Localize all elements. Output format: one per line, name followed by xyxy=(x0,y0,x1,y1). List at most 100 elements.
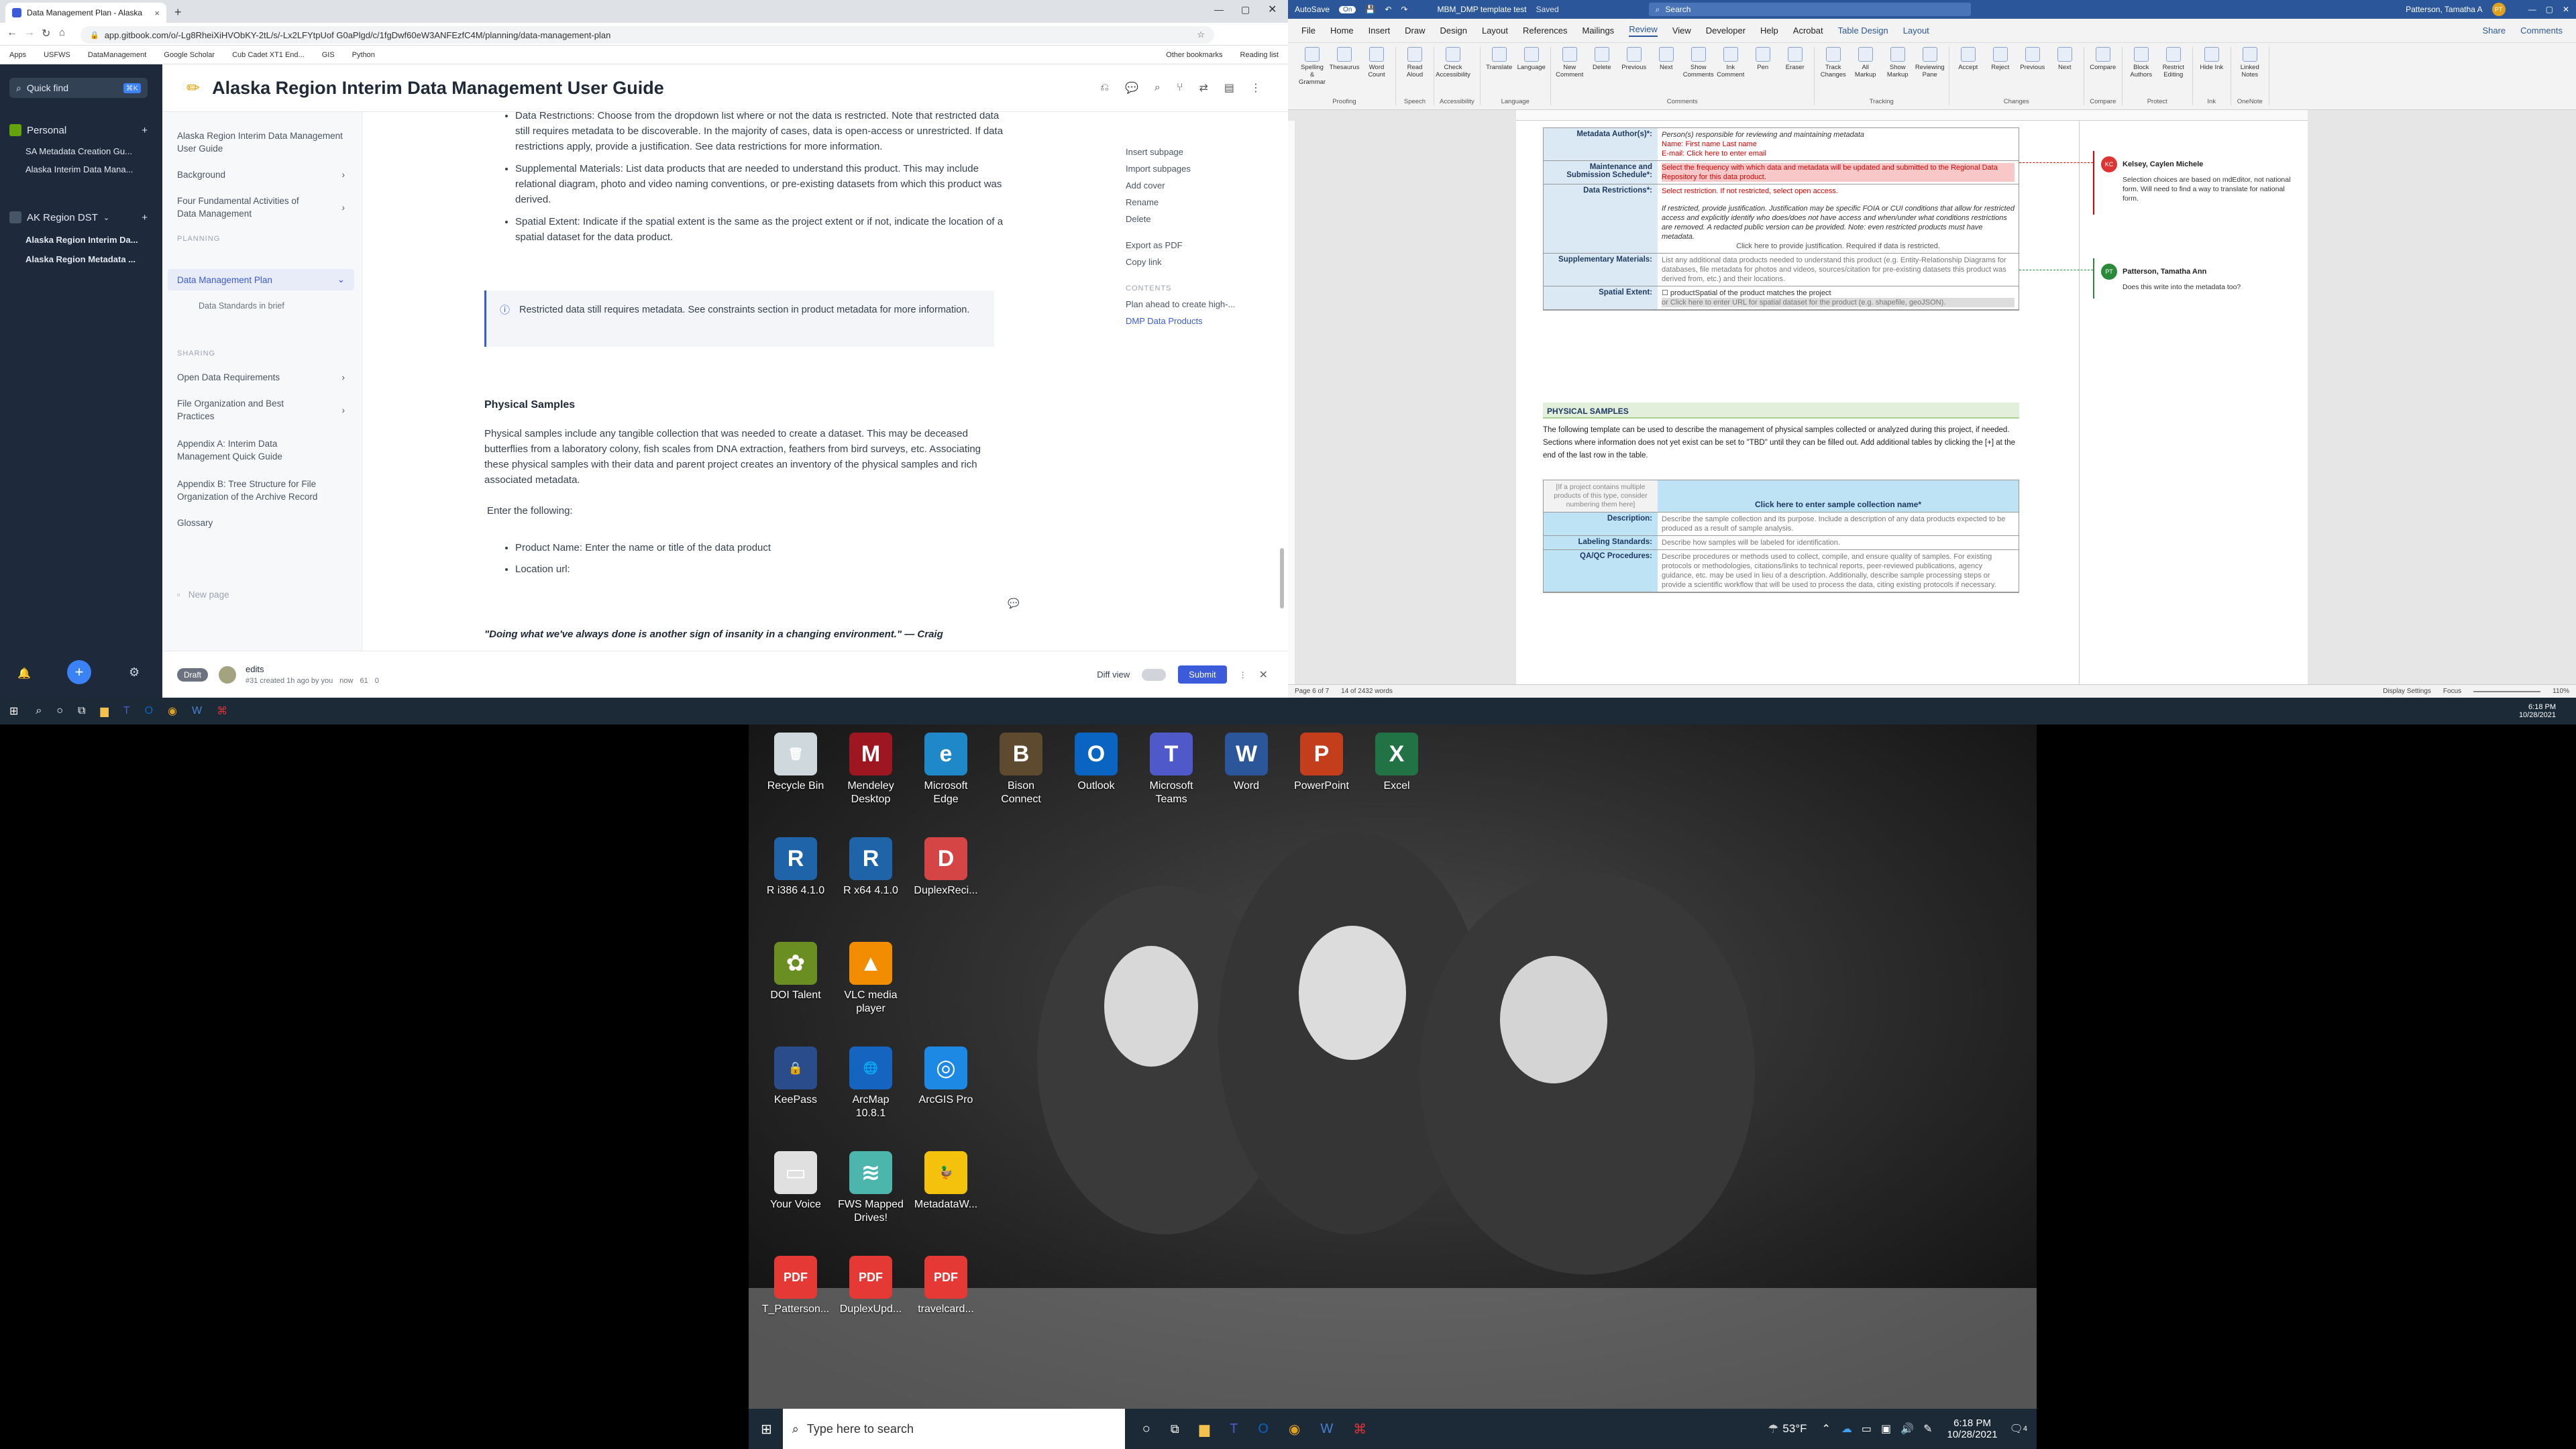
desktop-icon[interactable]: ≋ FWS Mapped Drives! xyxy=(837,1151,904,1225)
bookmark-item[interactable]: DataManagement xyxy=(88,51,146,59)
zoom-level[interactable]: 110% xyxy=(2553,688,2569,695)
ribbon-button[interactable]: Pen xyxy=(1750,47,1776,71)
section-text[interactable]: The following template can be used to de… xyxy=(1543,424,2019,462)
tab-design[interactable]: Design xyxy=(1440,25,1467,36)
tab-review[interactable]: Review xyxy=(1629,24,1658,37)
close-window-icon[interactable]: ✕ xyxy=(2563,5,2569,14)
close-tab-icon[interactable]: × xyxy=(154,8,160,18)
section-heading[interactable]: Physical Samples xyxy=(484,399,575,411)
export-pdf-action[interactable]: Export as PDF xyxy=(1126,240,1235,250)
row-value[interactable]: Select restriction. If not restricted, s… xyxy=(1658,184,2019,253)
desktop-icon[interactable]: 🔒 KeePass xyxy=(762,1046,829,1107)
quote-text[interactable]: "Doing what we've always done is another… xyxy=(484,629,943,640)
network-icon[interactable]: ▣ xyxy=(1881,1422,1891,1436)
outlook-icon[interactable]: O xyxy=(1258,1421,1269,1437)
section-paragraph[interactable]: Physical samples include any tangible co… xyxy=(484,426,994,488)
search-box[interactable]: ⌕ Search xyxy=(1648,3,1971,16)
ribbon-button[interactable]: Hide Ink xyxy=(2198,47,2225,71)
tab-view[interactable]: View xyxy=(1672,25,1691,36)
forward-icon[interactable]: → xyxy=(24,27,35,39)
chevron-right-icon[interactable]: › xyxy=(342,203,345,213)
org-section[interactable]: AK Region DST ⌄ + xyxy=(9,209,148,225)
bookmark-item[interactable]: Other bookmarks xyxy=(1166,51,1222,59)
undo-icon[interactable]: ↶ xyxy=(1385,5,1391,14)
teams-icon[interactable]: T xyxy=(1230,1421,1238,1437)
home-icon[interactable]: ⌂ xyxy=(59,27,65,38)
desktop-icon[interactable]: e Microsoft Edge xyxy=(912,733,979,806)
tab-draw[interactable]: Draw xyxy=(1405,25,1425,36)
task-view-icon[interactable]: ⧉ xyxy=(1171,1422,1179,1436)
bullet-item[interactable]: Data Restrictions: Choose from the dropd… xyxy=(515,112,1013,154)
desktop-icon[interactable]: R R x64 4.1.0 xyxy=(837,837,904,898)
space-item[interactable]: Alaska Region Metadata ... xyxy=(12,254,138,264)
focus-button[interactable]: Focus xyxy=(2443,688,2461,695)
nav-item[interactable]: File Organization and Best Practices › xyxy=(177,397,345,423)
tab-table-design[interactable]: Table Design xyxy=(1838,25,1888,36)
ribbon-button[interactable]: Track Changes xyxy=(1820,47,1847,78)
ribbon-button[interactable]: Spelling & Grammar xyxy=(1299,47,1326,86)
merge-icon[interactable]: ⇄ xyxy=(1199,81,1208,95)
start-icon[interactable]: ⊞ xyxy=(761,1421,772,1438)
close-icon[interactable]: ✕ xyxy=(1259,668,1268,682)
desktop-icon[interactable]: ▭ Your Voice xyxy=(762,1151,829,1212)
ribbon-button[interactable]: Reviewing Pane xyxy=(1915,47,1945,78)
desktop-icon[interactable]: ✿ DOI Talent xyxy=(762,942,829,1002)
desktop-icon[interactable]: R R i386 4.1.0 xyxy=(762,837,829,898)
desktop-icon[interactable]: M Mendeley Desktop xyxy=(837,733,904,806)
chrome-icon[interactable]: ◉ xyxy=(168,704,177,718)
more-icon[interactable]: ⋮ xyxy=(1239,670,1247,680)
tab-mailings[interactable]: Mailings xyxy=(1582,25,1615,36)
desktop-icon[interactable]: O Outlook xyxy=(1063,733,1130,793)
bullet-item[interactable]: Supplemental Materials: List data produc… xyxy=(515,161,1013,207)
settings-gear-icon[interactable]: ⚙ xyxy=(129,665,140,680)
tab-table-layout[interactable]: Layout xyxy=(1903,25,1929,36)
notification-button[interactable]: 🗨 4 xyxy=(2010,1422,2027,1436)
quick-find[interactable]: ⌕ Quick find ⌘K xyxy=(9,78,148,98)
clock-date[interactable]: 10/28/2021 xyxy=(2519,711,2556,719)
bookmark-item[interactable]: USFWS xyxy=(44,51,70,59)
nav-item[interactable]: Alaska Region Interim Data Management Us… xyxy=(177,129,345,155)
clock-time[interactable]: 6:18 PM xyxy=(1953,1417,1991,1429)
row-value[interactable]: Person(s) responsible for reviewing and … xyxy=(1658,128,2019,160)
bullet-item[interactable]: Product Name: Enter the name or title of… xyxy=(515,537,771,559)
avatar[interactable]: PT xyxy=(2491,3,2506,16)
star-icon[interactable]: ☆ xyxy=(1197,30,1205,40)
sample-collection-name[interactable]: Click here to enter sample collection na… xyxy=(1658,480,2019,512)
contents-item[interactable]: Plan ahead to create high-... xyxy=(1126,299,1235,309)
bookmark-item[interactable]: Reading list xyxy=(1240,51,1279,59)
desktop-icon[interactable]: P PowerPoint xyxy=(1288,733,1355,793)
zoom-icon[interactable]: ⌕ xyxy=(1155,82,1161,94)
bookmark-item[interactable]: Python xyxy=(352,51,375,59)
file-explorer-icon[interactable]: ▆ xyxy=(100,704,108,718)
share-button[interactable]: Share xyxy=(2482,25,2506,36)
row-value[interactable]: List any additional data products needed… xyxy=(1658,254,2019,286)
ribbon-button[interactable]: Read Aloud xyxy=(1401,47,1428,78)
ribbon-button[interactable]: Show Comments xyxy=(1683,47,1714,78)
teams-icon[interactable]: T xyxy=(123,705,130,717)
ribbon-button[interactable]: Linked Notes xyxy=(2237,47,2263,78)
outlook-icon[interactable]: O xyxy=(145,705,153,717)
more-icon[interactable]: ⋮ xyxy=(1250,81,1261,95)
tab-developer[interactable]: Developer xyxy=(1706,25,1746,36)
comments-button[interactable]: Comments xyxy=(2520,25,2563,36)
diff-view-toggle[interactable] xyxy=(1142,668,1167,681)
desktop-icon[interactable]: ▲ VLC media player xyxy=(837,942,904,1016)
ribbon-button[interactable]: Language xyxy=(1517,47,1546,71)
ribbon-button[interactable]: Check Accessibility xyxy=(1436,47,1470,78)
save-icon[interactable]: 💾 xyxy=(1365,5,1375,14)
minimize-icon[interactable]: — xyxy=(2528,5,2536,14)
clock-date[interactable]: 10/28/2021 xyxy=(1947,1429,1997,1440)
ribbon-button[interactable]: Eraser xyxy=(1782,47,1809,71)
bookmark-item[interactable]: GIS xyxy=(322,51,335,59)
bookmark-item[interactable]: Google Scholar xyxy=(164,51,215,59)
bookmark-item[interactable]: Cub Cadet XT1 End... xyxy=(232,51,305,59)
acrobat-icon[interactable]: ⌘ xyxy=(1353,1421,1366,1438)
nav-item[interactable]: Appendix A: Interim Data Management Quic… xyxy=(177,437,345,463)
pen-icon[interactable]: ✎ xyxy=(1923,1422,1932,1436)
nav-item[interactable]: Glossary xyxy=(177,518,345,528)
nav-item[interactable]: Four Fundamental Activities of Data Mana… xyxy=(177,195,345,220)
hint-block[interactable]: ⓘ Restricted data still requires metadat… xyxy=(484,290,994,347)
submit-button[interactable]: Submit xyxy=(1178,665,1227,684)
ribbon-button[interactable]: Show Markup xyxy=(1884,47,1911,78)
back-icon[interactable]: ← xyxy=(7,27,17,39)
